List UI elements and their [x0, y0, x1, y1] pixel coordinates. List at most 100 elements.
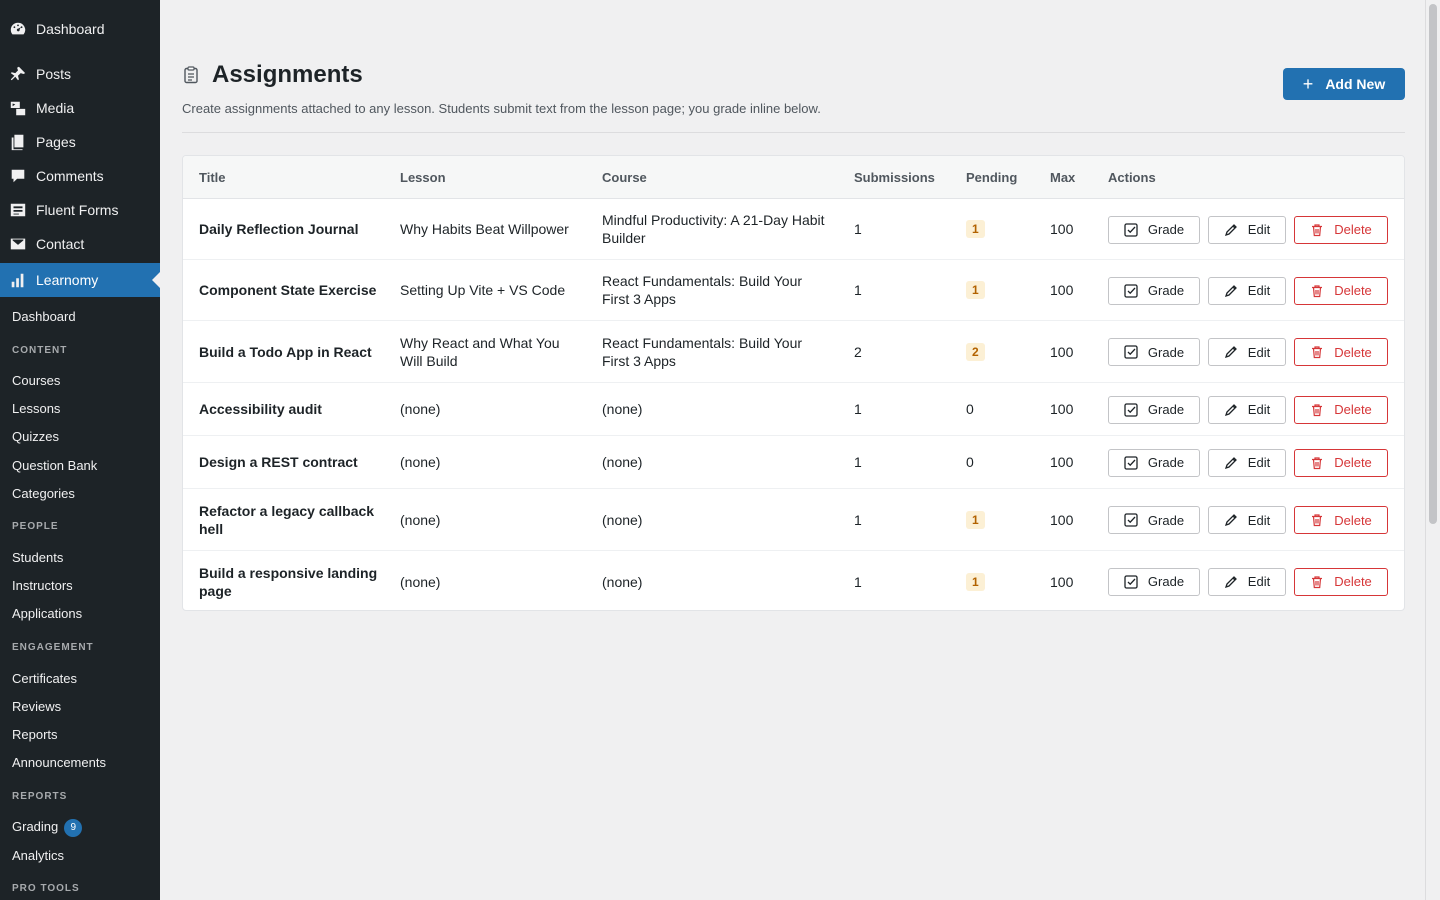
- grade-label: Grade: [1147, 455, 1185, 470]
- sub-students[interactable]: Students: [12, 548, 63, 568]
- cell-title[interactable]: Design a REST contract: [199, 436, 379, 488]
- delete-button[interactable]: Delete: [1294, 567, 1388, 596]
- delete-label: Delete: [1334, 512, 1372, 528]
- mail-icon: [8, 234, 28, 254]
- engagement-heading: ENGAGEMENT: [12, 642, 94, 653]
- menu-pages[interactable]: Pages: [0, 125, 160, 159]
- sub-reports[interactable]: Reports: [12, 725, 58, 745]
- edit-button[interactable]: Edit: [1208, 395, 1286, 424]
- delete-button[interactable]: Delete: [1294, 215, 1388, 244]
- cell-course: (none): [602, 511, 643, 528]
- cell-lesson: Setting Up Vite + VS Code: [400, 282, 566, 298]
- plus-icon: +: [1302, 74, 1314, 94]
- cell-max: 100: [1050, 454, 1074, 470]
- protools-heading: PRO TOOLS: [12, 883, 80, 894]
- edit-label: Edit: [1247, 512, 1271, 528]
- menu-fluent-forms[interactable]: Fluent Forms: [0, 193, 160, 227]
- delete-button[interactable]: Delete: [1294, 395, 1388, 424]
- menu-posts-label: Posts: [36, 66, 72, 82]
- edit-button[interactable]: Edit: [1208, 215, 1286, 244]
- cell-pending: 0: [966, 383, 974, 435]
- cell-pending: 1: [966, 260, 985, 320]
- cell-course: (none): [602, 401, 643, 417]
- grade-button[interactable]: Grade: [1108, 567, 1200, 596]
- grade-button[interactable]: Grade: [1108, 215, 1200, 244]
- sub-certificates[interactable]: Certificates: [12, 669, 77, 689]
- edit-button[interactable]: Edit: [1208, 506, 1286, 534]
- trash-icon: [1310, 223, 1334, 237]
- sub-quizzes[interactable]: Quizzes: [12, 427, 59, 447]
- menu-comments[interactable]: Comments: [0, 159, 160, 193]
- cell-pending: 1: [966, 489, 985, 550]
- col-submissions[interactable]: Submissions: [854, 156, 935, 199]
- edit-button[interactable]: Edit: [1208, 567, 1286, 596]
- cell-title[interactable]: Build a Todo App in React: [199, 321, 379, 382]
- menu-learnomy[interactable]: Learnomy: [0, 263, 160, 297]
- delete-button[interactable]: Delete: [1294, 448, 1388, 477]
- sub-analytics[interactable]: Analytics: [12, 846, 64, 866]
- delete-label: Delete: [1334, 402, 1372, 417]
- edit-button[interactable]: Edit: [1208, 338, 1286, 366]
- grade-label: Grade: [1147, 222, 1185, 237]
- col-lesson[interactable]: Lesson: [400, 156, 446, 199]
- grade-button[interactable]: Grade: [1108, 276, 1200, 305]
- pencil-icon: [1224, 513, 1248, 527]
- menu-fluent-forms-label: Fluent Forms: [36, 202, 119, 218]
- edit-button[interactable]: Edit: [1208, 448, 1286, 477]
- delete-button[interactable]: Delete: [1294, 506, 1388, 534]
- cell-title[interactable]: Daily Reflection Journal: [199, 199, 379, 259]
- sub-announcements[interactable]: Announcements: [12, 753, 106, 773]
- col-title[interactable]: Title: [199, 156, 226, 199]
- grading-count-badge: 9: [64, 818, 83, 837]
- grade-button[interactable]: Grade: [1108, 506, 1200, 534]
- table-row: Accessibility audit (none) (none) 1 0 100 Grad…: [183, 383, 1404, 436]
- sub-courses[interactable]: Courses: [12, 371, 60, 391]
- col-max[interactable]: Max: [1050, 156, 1075, 199]
- sub-dashboard[interactable]: Dashboard: [12, 307, 76, 327]
- page-scrollbar[interactable]: [1425, 0, 1440, 900]
- cell-title[interactable]: Component State Exercise: [199, 260, 379, 320]
- table-header: Title Lesson Course Submissions Pending …: [183, 156, 1404, 199]
- menu-media[interactable]: Media: [0, 91, 160, 125]
- cell-title[interactable]: Refactor a legacy callback hell: [199, 489, 379, 550]
- menu-pages-label: Pages: [36, 134, 76, 150]
- sub-grading[interactable]: Grading 9: [12, 817, 83, 837]
- dashboard-icon: [8, 19, 28, 39]
- cell-title[interactable]: Accessibility audit: [199, 383, 379, 435]
- sub-question-bank[interactable]: Question Bank: [12, 456, 97, 476]
- sub-categories[interactable]: Categories: [12, 484, 75, 504]
- sub-applications[interactable]: Applications: [12, 604, 82, 624]
- pencil-icon: [1224, 345, 1248, 359]
- delete-button[interactable]: Delete: [1294, 338, 1388, 366]
- grade-button[interactable]: Grade: [1108, 448, 1200, 477]
- cell-title[interactable]: Build a responsive landing page: [199, 551, 379, 610]
- grade-button[interactable]: Grade: [1108, 395, 1200, 424]
- sub-instructors[interactable]: Instructors: [12, 576, 73, 596]
- menu-dashboard[interactable]: Dashboard: [0, 12, 160, 46]
- content-heading: CONTENT: [12, 345, 68, 356]
- table-row: Build a responsive landing page (none) (no…: [183, 551, 1404, 610]
- menu-contact[interactable]: Contact: [0, 227, 160, 261]
- comment-icon: [8, 166, 28, 186]
- add-new-button[interactable]: + Add New: [1283, 68, 1405, 100]
- trash-icon: [1310, 345, 1334, 359]
- grade-icon: [1124, 402, 1148, 417]
- delete-button[interactable]: Delete: [1294, 276, 1388, 305]
- cell-pending: 0: [966, 436, 974, 488]
- delete-label: Delete: [1334, 283, 1372, 298]
- table-row: Refactor a legacy callback hell (none) (no…: [183, 489, 1404, 551]
- pencil-icon: [1224, 575, 1248, 589]
- scrollbar-thumb[interactable]: [1429, 4, 1437, 524]
- menu-media-label: Media: [36, 100, 75, 116]
- people-heading: PEOPLE: [12, 521, 59, 532]
- col-pending[interactable]: Pending: [966, 156, 1017, 199]
- edit-button[interactable]: Edit: [1208, 276, 1286, 305]
- menu-posts[interactable]: Posts: [0, 57, 160, 91]
- table-row: Design a REST contract (none) (none) 1 0 100 G…: [183, 436, 1404, 489]
- grade-button[interactable]: Grade: [1108, 338, 1200, 366]
- col-course[interactable]: Course: [602, 156, 647, 199]
- sub-reviews[interactable]: Reviews: [12, 697, 61, 717]
- clipboard-icon: [182, 66, 200, 84]
- sub-lessons[interactable]: Lessons: [12, 399, 60, 419]
- cell-course: React Fundamentals: Build Your First 3 A…: [602, 273, 803, 307]
